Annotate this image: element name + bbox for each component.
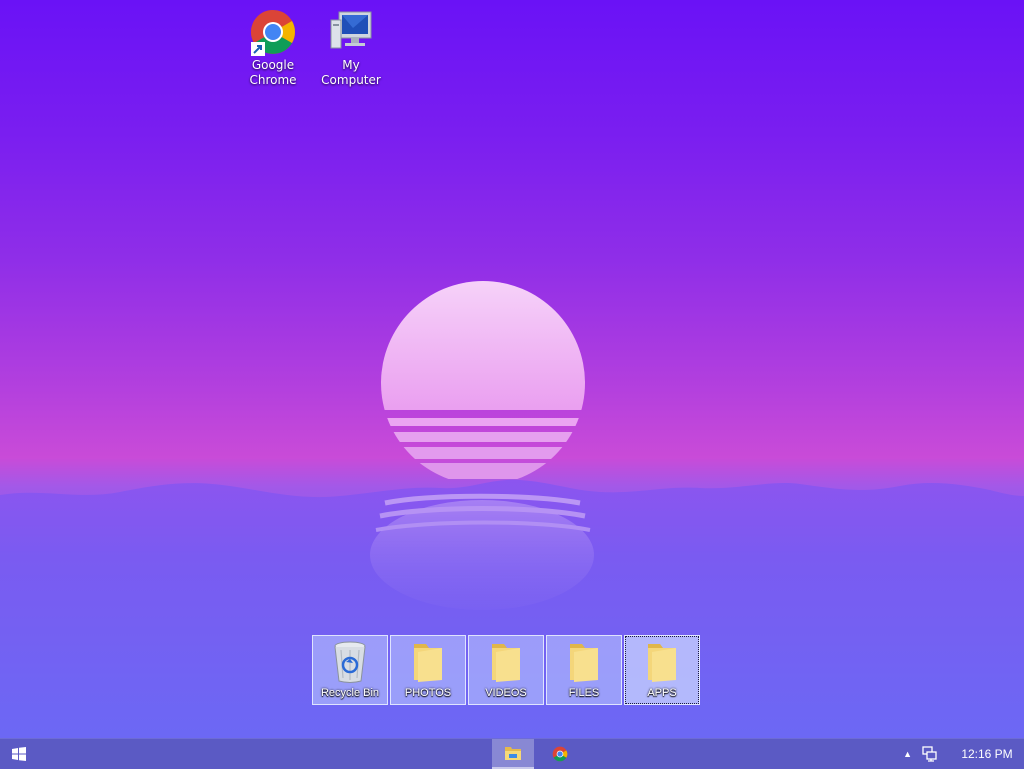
dock-item-apps[interactable]: APPS — [624, 635, 700, 705]
dock-item-videos[interactable]: VIDEOS — [468, 635, 544, 705]
folder-icon — [642, 640, 682, 684]
dock-item-label: VIDEOS — [485, 687, 527, 699]
dock-item-photos[interactable]: PHOTOS — [390, 635, 466, 705]
recycle-bin-icon — [330, 640, 370, 684]
sun-reflection — [370, 493, 594, 610]
desktop-icon-label: Google Chrome — [249, 58, 297, 87]
file-explorer-icon — [505, 747, 521, 760]
taskbar-app-file-explorer[interactable] — [492, 739, 534, 769]
chrome-icon — [249, 8, 297, 56]
chrome-icon — [552, 746, 568, 762]
dock-item-label: FILES — [568, 687, 600, 699]
start-button[interactable] — [0, 739, 38, 769]
dock-item-label: PHOTOS — [404, 687, 452, 699]
folder-icon — [486, 640, 526, 684]
folder-dock: Recycle Bin PHOTOS VIDEOS FILES APPS — [312, 635, 702, 705]
taskbar: ▲ 12:16 PM — [0, 738, 1024, 769]
network-icon[interactable] — [922, 746, 938, 762]
folder-icon — [564, 640, 604, 684]
folder-icon — [408, 640, 448, 684]
dock-item-files[interactable]: FILES — [546, 635, 622, 705]
show-hidden-icons-chevron-icon[interactable]: ▲ — [903, 749, 912, 759]
taskbar-app-chrome[interactable] — [539, 739, 581, 769]
taskbar-clock[interactable]: 12:16 PM — [950, 747, 1024, 761]
desktop-icon-label: My Computer — [321, 58, 381, 87]
computer-icon — [327, 8, 375, 56]
sun — [381, 281, 585, 479]
system-tray: ▲ 12:16 PM — [903, 739, 1024, 769]
desktop-icon-chrome[interactable]: Google Chrome — [233, 8, 313, 88]
dock-item-label: Recycle Bin — [320, 687, 380, 699]
windows-logo-icon — [12, 747, 26, 761]
desktop-icon-my-computer[interactable]: My Computer — [311, 8, 391, 88]
dock-item-recycle-bin[interactable]: Recycle Bin — [312, 635, 388, 705]
wallpaper — [0, 281, 1024, 738]
dock-item-label: APPS — [647, 687, 677, 699]
desktop[interactable]: Google Chrome My Computer Recycle Bin PH… — [0, 0, 1024, 738]
